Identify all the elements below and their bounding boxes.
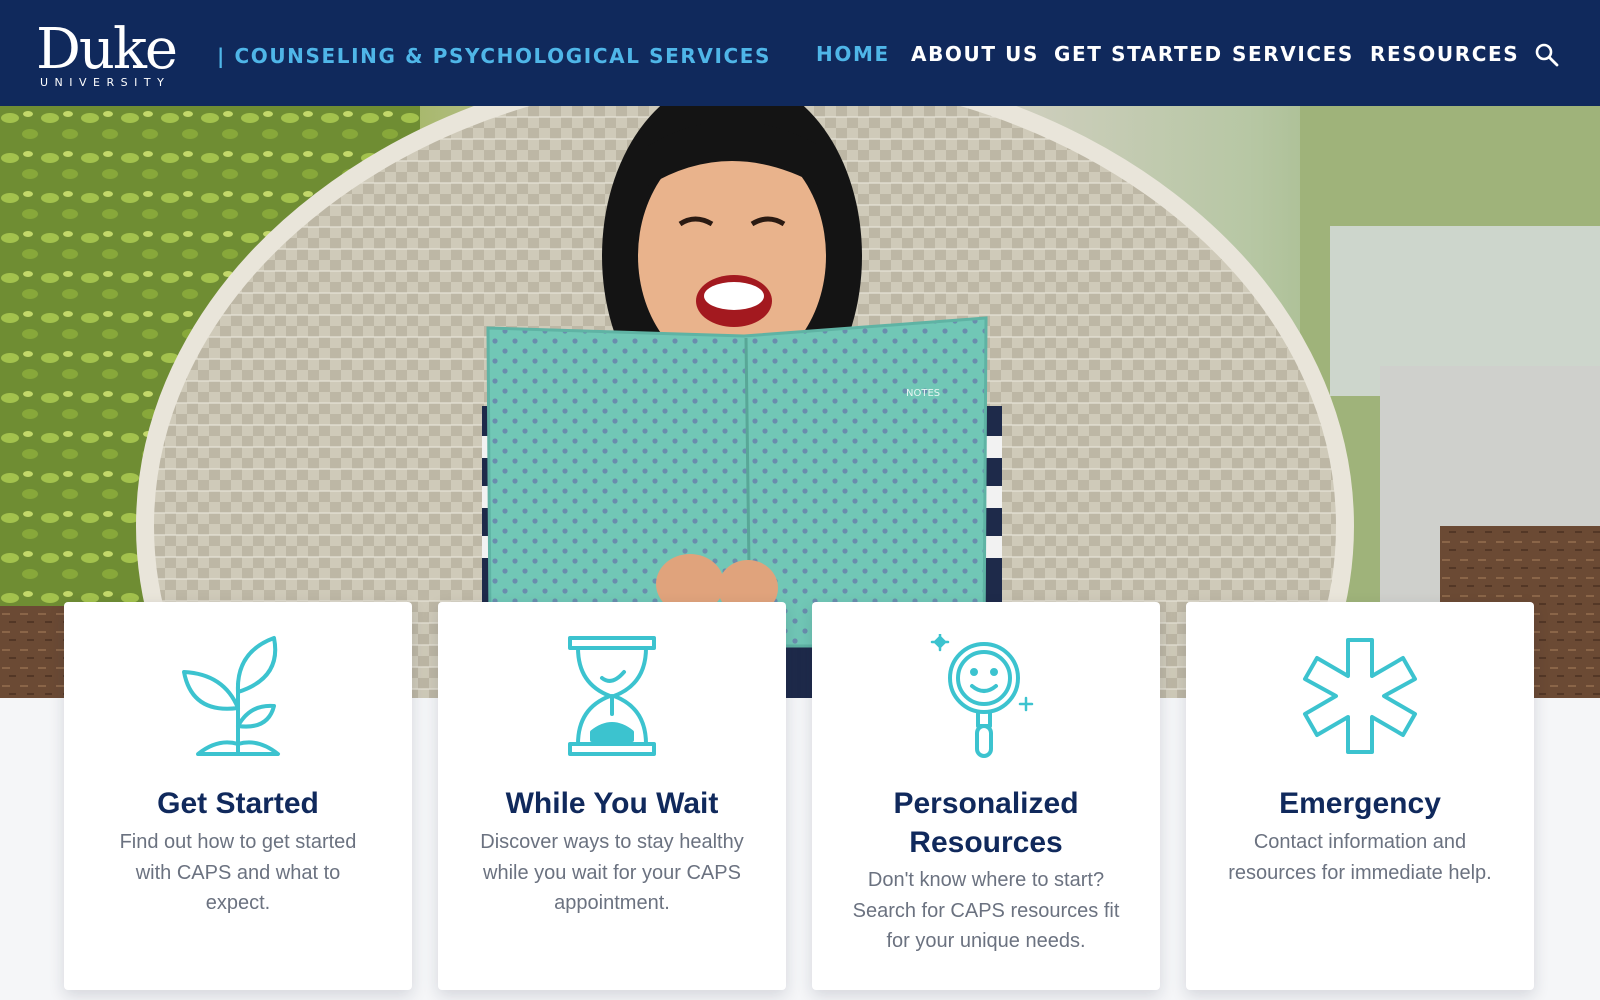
- card-description: Find out how to get started with CAPS an…: [119, 831, 357, 914]
- card-get-started[interactable]: Get Started Find out how to get started …: [64, 602, 412, 990]
- smiley-magnifier-icon: [926, 632, 1046, 758]
- card-title: While You Wait: [505, 787, 719, 820]
- notebook-label: NOTES: [906, 388, 940, 399]
- card-while-you-wait[interactable]: While You Wait Discover ways to stay hea…: [438, 602, 786, 990]
- sprout-icon: [178, 634, 298, 758]
- card-description: Don't know where to start? Search for CA…: [852, 869, 1120, 952]
- nav-about-us[interactable]: ABOUT US: [911, 42, 1039, 66]
- main-nav: HOME ABOUT US GET STARTED SERVICES RESOU…: [0, 0, 1600, 106]
- search-icon[interactable]: [1534, 42, 1560, 68]
- card-description: Discover ways to stay healthy while you …: [480, 831, 744, 914]
- site-header: Duke UNIVERSITY | COUNSELING & PSYCHOLOG…: [0, 0, 1600, 106]
- card-personalized-resources[interactable]: Personalized Resources Don't know where …: [812, 602, 1160, 990]
- nav-services[interactable]: SERVICES: [1232, 42, 1354, 66]
- card-title: Personalized Resources: [893, 787, 1079, 859]
- hourglass-icon: [552, 634, 672, 758]
- card-title: Emergency: [1279, 787, 1441, 820]
- card-emergency[interactable]: Emergency Contact information and resour…: [1186, 602, 1534, 990]
- medical-star-icon: [1300, 634, 1420, 758]
- card-description: Contact information and resources for im…: [1228, 831, 1492, 884]
- nav-get-started[interactable]: GET STARTED: [1054, 42, 1223, 66]
- card-title: Get Started: [157, 787, 319, 820]
- nav-resources[interactable]: RESOURCES: [1370, 42, 1519, 66]
- nav-home[interactable]: HOME: [816, 42, 890, 66]
